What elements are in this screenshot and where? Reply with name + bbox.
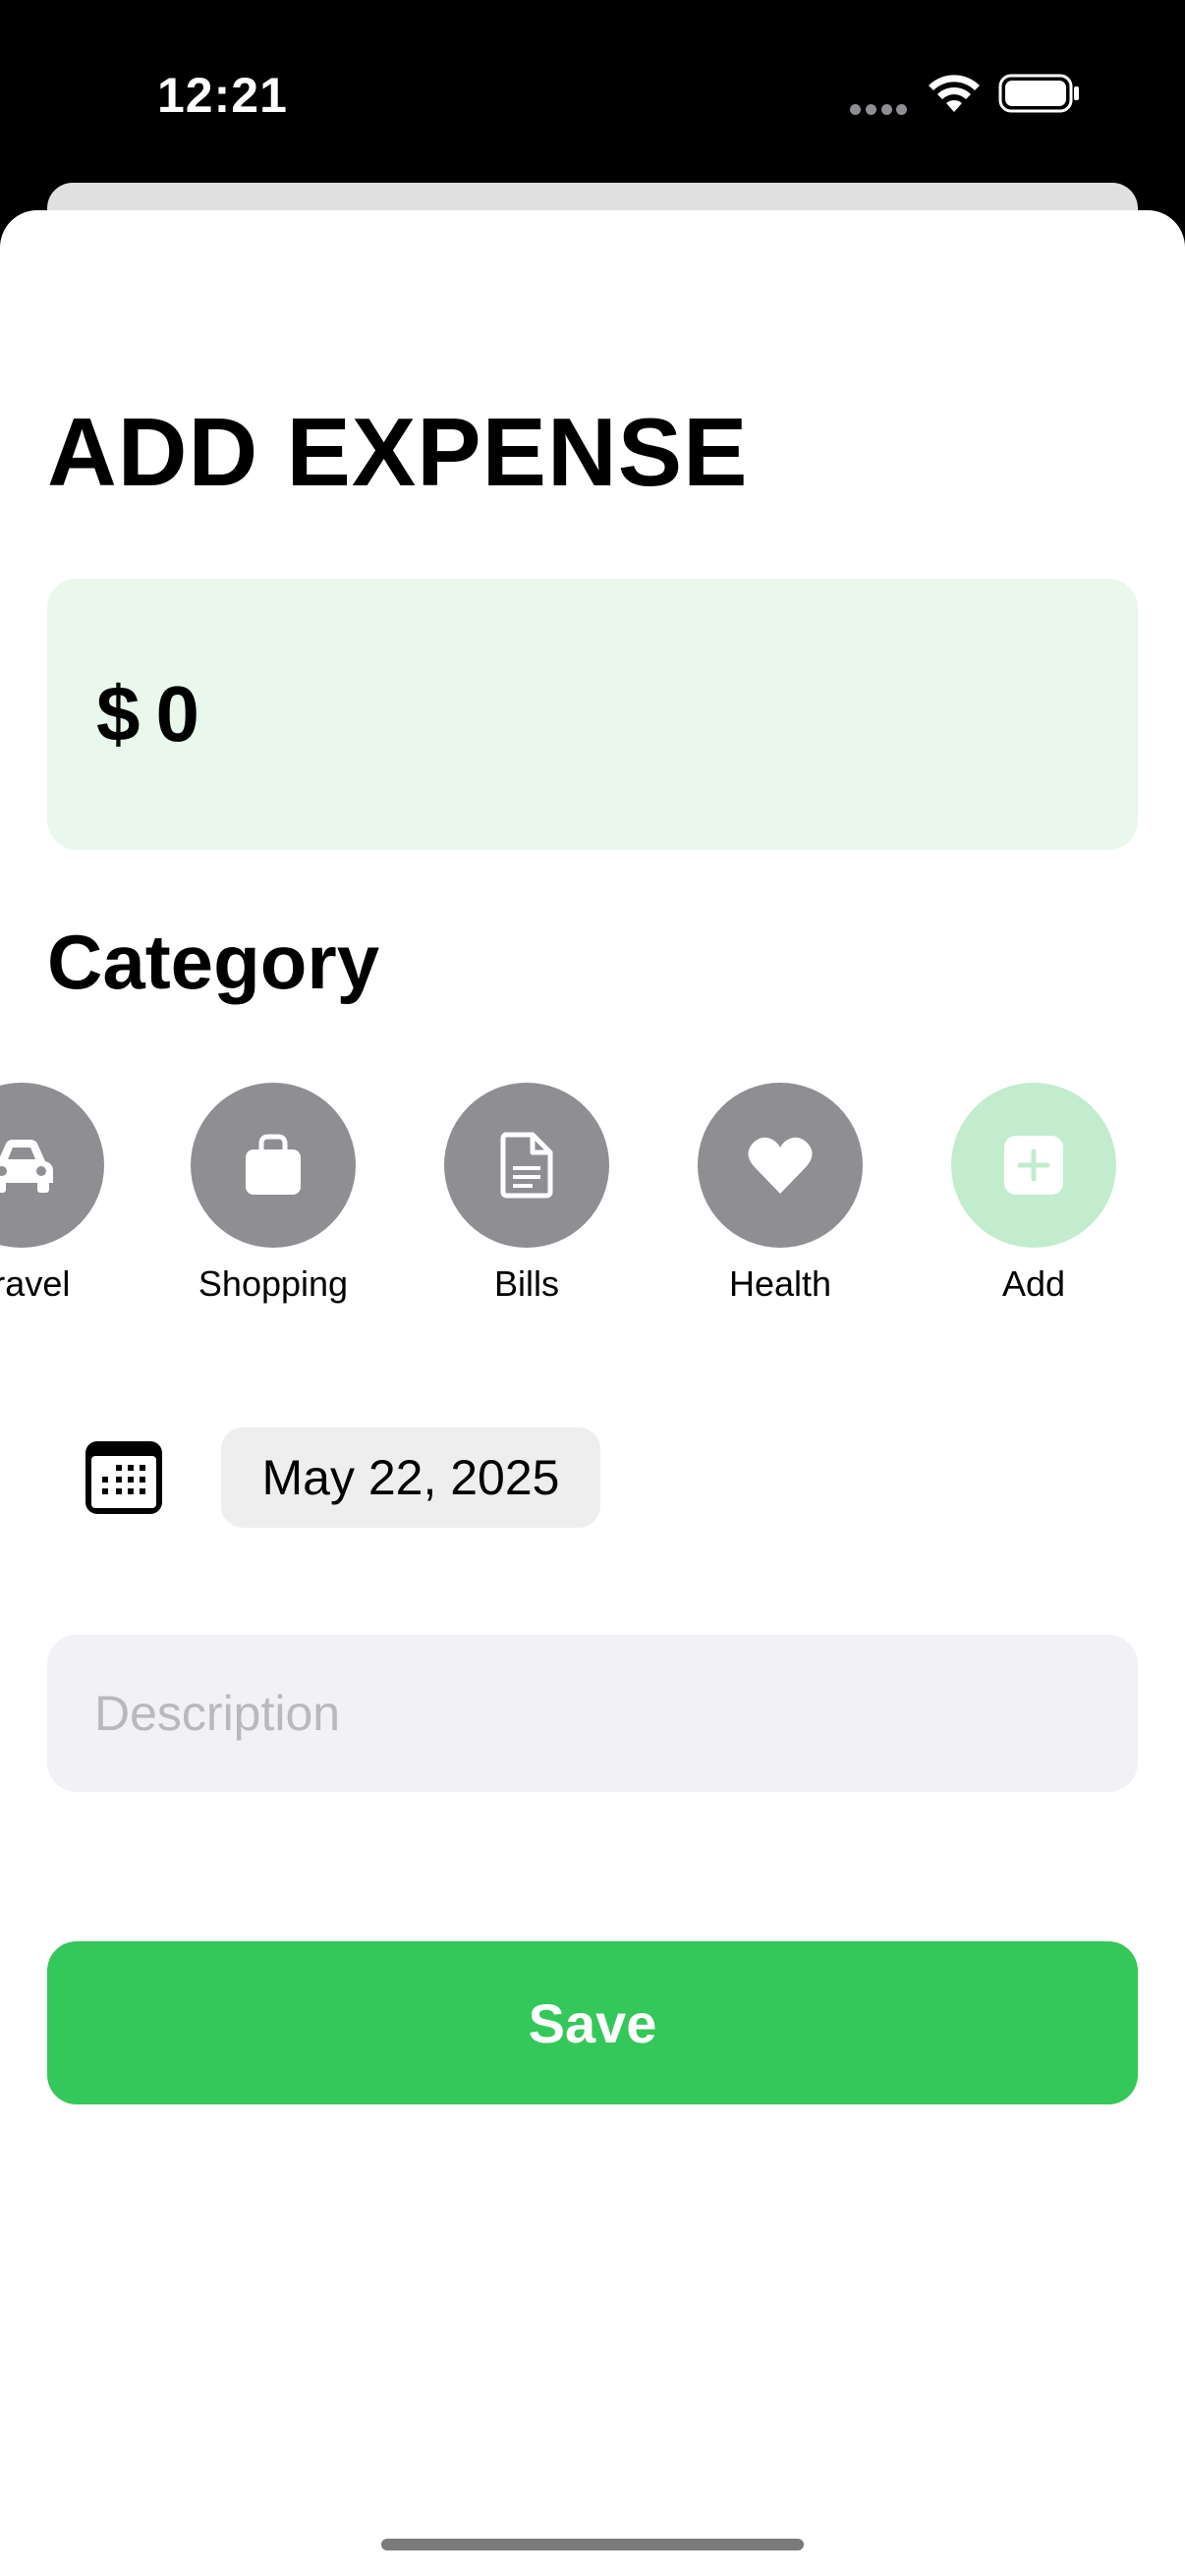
category-add[interactable]: Add <box>926 1083 1142 1338</box>
category-circle <box>0 1083 104 1248</box>
car-icon <box>0 1140 53 1193</box>
category-circle <box>951 1083 1116 1248</box>
description-field[interactable] <box>47 1635 1138 1792</box>
add-expense-sheet: ADD EXPENSE $0 Category Travel S <box>0 210 1185 2576</box>
category-heading: Category <box>47 919 380 1005</box>
plus-icon <box>1004 1136 1063 1195</box>
wifi-icon <box>929 75 980 112</box>
battery-icon <box>998 74 1079 113</box>
home-indicator[interactable] <box>381 2539 804 2550</box>
category-shopping[interactable]: Shopping <box>165 1083 381 1338</box>
shopping-bag-icon <box>246 1134 301 1195</box>
category-circle <box>444 1083 609 1248</box>
currency-symbol: $ <box>96 670 141 757</box>
amount-field[interactable]: $0 <box>47 579 1138 850</box>
date-picker-button[interactable]: May 22, 2025 <box>221 1428 600 1528</box>
save-button[interactable]: Save <box>47 1941 1138 2104</box>
category-label: Shopping <box>198 1263 349 1304</box>
category-circle <box>698 1083 863 1248</box>
category-travel[interactable]: Travel <box>0 1083 130 1338</box>
category-label: Travel <box>0 1263 71 1304</box>
heart-icon <box>748 1137 813 1194</box>
category-health[interactable]: Health <box>672 1083 888 1338</box>
category-circle <box>191 1083 356 1248</box>
calendar-icon[interactable] <box>83 1438 165 1517</box>
category-label: Health <box>728 1263 832 1304</box>
category-label: Bills <box>493 1263 559 1304</box>
category-label: Add <box>1001 1263 1066 1304</box>
document-icon <box>500 1132 553 1199</box>
amount-value: 0 <box>155 670 200 757</box>
page-title: ADD EXPENSE <box>47 398 749 506</box>
cellular-signal-icon <box>850 104 907 116</box>
status-bar: 12:21 <box>0 0 1185 187</box>
amount-display: $0 <box>96 669 199 759</box>
status-time: 12:21 <box>157 68 288 123</box>
category-bills[interactable]: Bills <box>419 1083 635 1338</box>
